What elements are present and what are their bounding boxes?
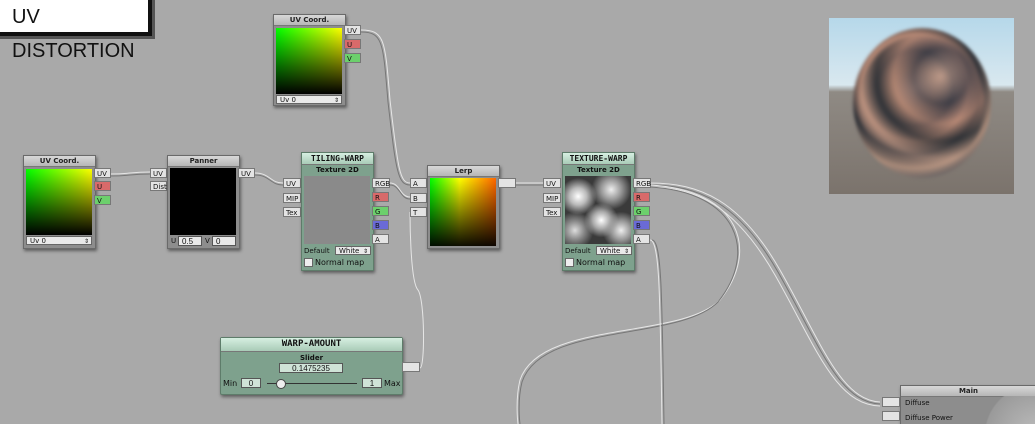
- panner-node[interactable]: Panner U 0.5 V 0: [167, 155, 240, 249]
- chevron-updown-icon: ⇕: [362, 248, 368, 255]
- v-value-field[interactable]: 0: [212, 236, 236, 246]
- default-label: Default: [565, 247, 591, 255]
- input-t[interactable]: T: [410, 207, 427, 217]
- tiling-warp-node[interactable]: TILING-WARP Texture 2D Default White ⇕ No…: [301, 152, 374, 271]
- output-v[interactable]: V: [344, 53, 361, 63]
- default-select[interactable]: White ⇕: [596, 246, 632, 255]
- output-r[interactable]: R: [633, 192, 650, 202]
- normal-map-checkbox[interactable]: Normal map: [304, 258, 364, 267]
- input-diffuse[interactable]: [882, 397, 900, 407]
- v-label: V: [205, 237, 210, 245]
- output-a[interactable]: A: [372, 234, 389, 244]
- node-title: UV Coord.: [274, 15, 345, 26]
- preview-sphere-detail: [859, 36, 985, 170]
- node-title: UV Coord.: [24, 156, 95, 167]
- default-select[interactable]: White ⇕: [335, 246, 371, 255]
- checkbox-icon[interactable]: [565, 258, 574, 267]
- uv-channel-value: Uv 0: [30, 237, 46, 245]
- input-tex[interactable]: Tex: [543, 207, 561, 217]
- min-label: Min: [223, 379, 238, 388]
- node-subtitle: Slider: [299, 354, 324, 362]
- output-uv[interactable]: UV: [238, 168, 255, 178]
- input-mip[interactable]: MIP: [543, 193, 561, 203]
- input-uv[interactable]: UV: [150, 168, 167, 178]
- canvas-title: UV DISTORTION: [0, 0, 152, 62]
- wire-panner-to-tiling: [254, 172, 284, 184]
- default-value: White: [339, 247, 360, 255]
- node-title: WARP-AMOUNT: [221, 338, 402, 352]
- node-title: TEXTURE-WARP: [563, 153, 634, 165]
- main-node-corner: [976, 396, 1035, 424]
- input-diffuse-power[interactable]: [882, 411, 900, 421]
- normal-map-checkbox[interactable]: Normal map: [565, 258, 625, 267]
- default-label: Default: [304, 247, 330, 255]
- texture-warp-node[interactable]: TEXTURE-WARP Texture 2D Default White ⇕ N…: [562, 152, 635, 271]
- input-uv[interactable]: UV: [543, 178, 561, 188]
- normal-map-label: Normal map: [576, 258, 626, 267]
- min-value-field[interactable]: 0: [241, 378, 261, 388]
- max-value-field[interactable]: 1: [362, 378, 382, 388]
- output-g[interactable]: G: [372, 206, 389, 216]
- max-label: Max: [384, 379, 401, 388]
- uv-channel-value: Uv 0: [280, 96, 296, 104]
- u-value-field[interactable]: 0.5: [178, 236, 202, 246]
- output[interactable]: [498, 178, 516, 188]
- output-g[interactable]: G: [633, 206, 650, 216]
- warp-amount-node[interactable]: WARP-AMOUNT Slider 0.1475235 Min 0 1 Max: [220, 337, 403, 395]
- node-title: Lerp: [428, 166, 499, 177]
- cloud-texture-preview[interactable]: [565, 176, 631, 244]
- node-title: TILING-WARP: [302, 153, 373, 165]
- uv-gradient-preview: [26, 169, 92, 235]
- slider-handle[interactable]: [276, 379, 287, 389]
- node-subtitle: Texture 2D: [577, 166, 620, 174]
- uv-coord-node-left[interactable]: UV Coord. Uv 0 ⇕: [23, 155, 96, 249]
- node-title: Panner: [168, 156, 239, 167]
- u-label: U: [171, 237, 177, 245]
- lerp-preview: [430, 178, 496, 246]
- texture-preview[interactable]: [304, 176, 370, 244]
- chevron-updown-icon: ⇕: [83, 238, 89, 245]
- default-value: White: [600, 247, 621, 255]
- chevron-updown-icon: ⇕: [333, 97, 339, 104]
- output-v[interactable]: V: [94, 195, 111, 205]
- output-r[interactable]: R: [372, 192, 389, 202]
- panner-preview: [170, 168, 236, 235]
- output-u[interactable]: U: [94, 181, 111, 191]
- node-subtitle: Texture 2D: [316, 166, 359, 174]
- wire-warp-to-lerp-t: [409, 211, 424, 369]
- output-uv[interactable]: UV: [344, 25, 361, 35]
- input-tex[interactable]: Tex: [283, 207, 301, 217]
- input-diffuse-label: Diffuse: [905, 399, 930, 407]
- slider-value-field[interactable]: 0.1475235: [279, 363, 343, 373]
- lerp-node[interactable]: Lerp: [427, 165, 500, 249]
- wire-texture-to-diffuse: [649, 182, 881, 403]
- output-rgb[interactable]: RGB: [633, 178, 651, 188]
- output-b[interactable]: B: [372, 220, 389, 230]
- input-mip[interactable]: MIP: [283, 193, 301, 203]
- output-u[interactable]: U: [344, 39, 361, 49]
- output[interactable]: [402, 362, 420, 372]
- uv-channel-select[interactable]: Uv 0 ⇕: [26, 236, 92, 245]
- input-diffuse-power-label: Diffuse Power: [905, 414, 953, 422]
- node-canvas[interactable]: UV DISTORTION UV Coord. Uv 0 ⇕ UV U V UV …: [0, 0, 1035, 424]
- checkbox-icon[interactable]: [304, 258, 313, 267]
- chevron-updown-icon: ⇕: [623, 248, 629, 255]
- output-a[interactable]: A: [633, 234, 650, 244]
- output-uv[interactable]: UV: [94, 168, 111, 178]
- input-b[interactable]: B: [410, 193, 427, 203]
- material-preview[interactable]: [829, 18, 1014, 194]
- normal-map-label: Normal map: [315, 258, 365, 267]
- input-dist[interactable]: Dist: [150, 181, 167, 191]
- uv-coord-node-top[interactable]: UV Coord. Uv 0 ⇕: [273, 14, 346, 106]
- input-uv[interactable]: UV: [283, 178, 301, 188]
- uv-channel-select[interactable]: Uv 0 ⇕: [276, 95, 342, 104]
- output-rgb[interactable]: RGB: [372, 178, 390, 188]
- input-a[interactable]: A: [410, 178, 427, 188]
- main-node[interactable]: Main Diffuse Diffuse Power: [900, 385, 1035, 424]
- uv-gradient-preview: [276, 28, 342, 94]
- output-b[interactable]: B: [633, 220, 650, 230]
